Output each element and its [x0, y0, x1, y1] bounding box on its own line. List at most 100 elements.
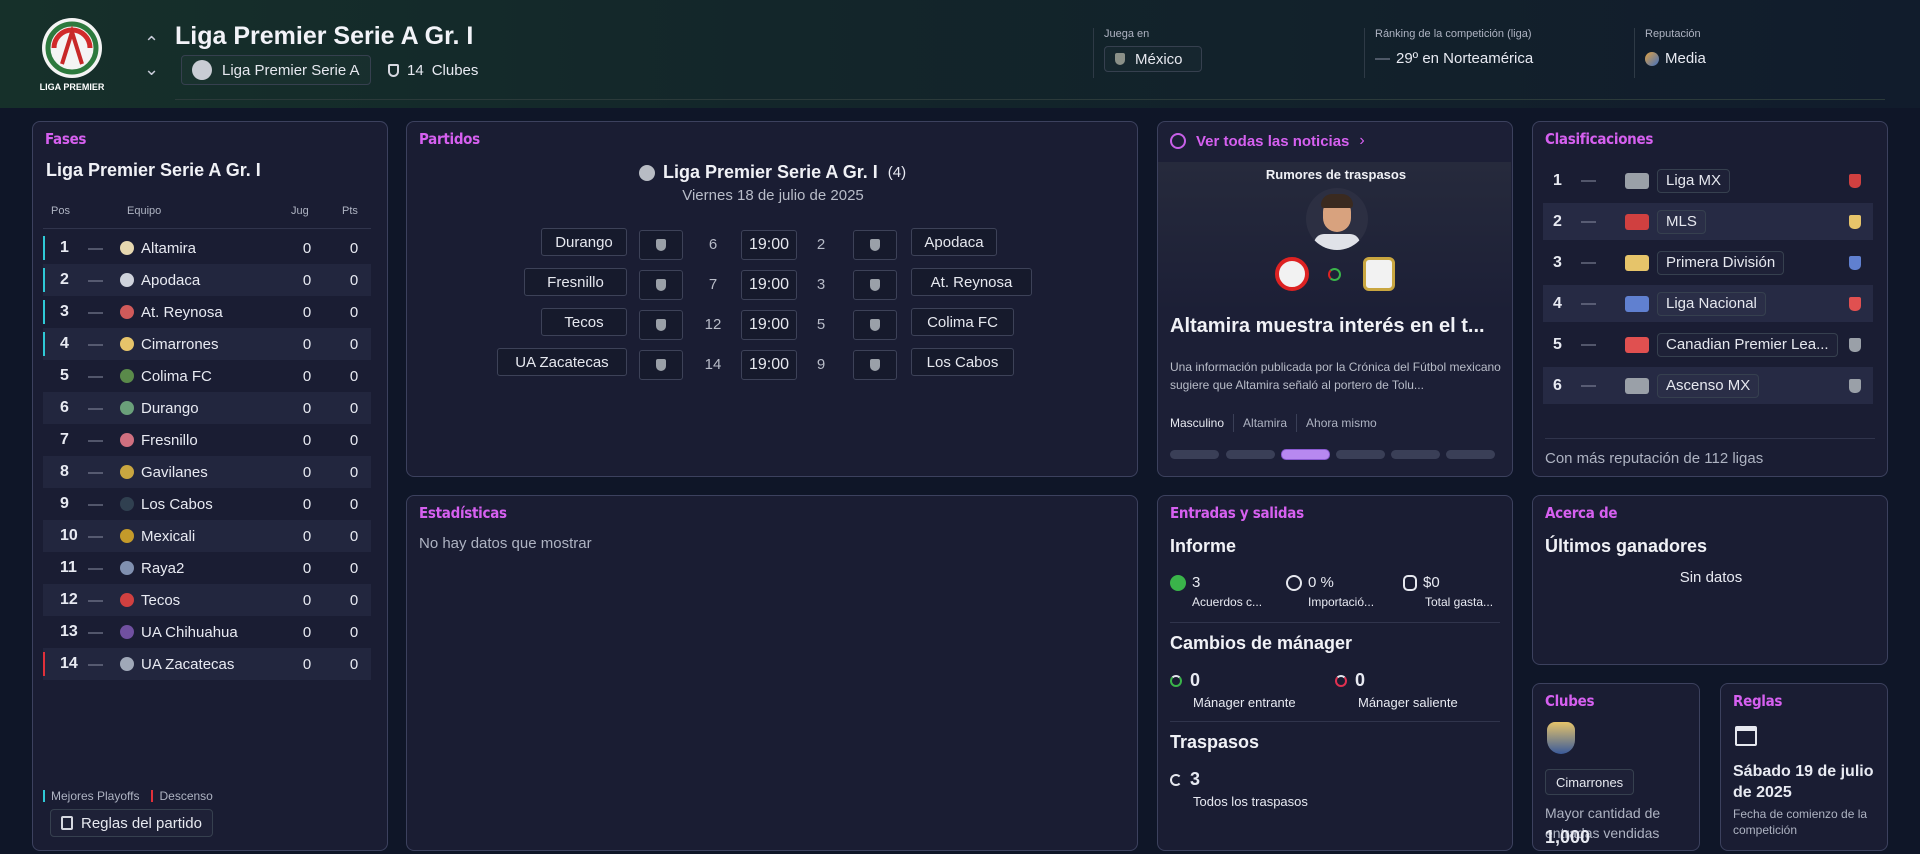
ranking-row[interactable]: 6 — Ascenso MX [1543, 367, 1873, 404]
start-date-label: Fecha de comienzo de la competición [1733, 807, 1868, 837]
team-name[interactable]: Los Cabos [141, 496, 213, 513]
match-row[interactable]: Fresnillo 7 19:00 3 At. Reynosa [407, 268, 1139, 300]
team-name[interactable]: Fresnillo [141, 432, 198, 449]
away-team[interactable]: Colima FC [911, 308, 1014, 336]
table-row[interactable]: 7 — Fresnillo 0 0 [43, 424, 371, 456]
table-row[interactable]: 9 — Los Cabos 0 0 [43, 488, 371, 520]
club-crest-icon [120, 337, 134, 351]
rankings-footer[interactable]: Con más reputación de 112 ligas [1545, 450, 1763, 467]
away-team[interactable]: Los Cabos [911, 348, 1014, 376]
away-team[interactable]: Apodaca [911, 228, 997, 256]
league-name[interactable]: Liga Nacional [1657, 291, 1766, 316]
table-row[interactable]: 14 — UA Zacatecas 0 0 [43, 648, 371, 680]
table-row[interactable]: 2 — Apodaca 0 0 [43, 264, 371, 296]
points: 0 [349, 559, 359, 577]
away-team[interactable]: At. Reynosa [911, 268, 1032, 296]
team-name[interactable]: Colima FC [141, 368, 212, 385]
points: 0 [349, 655, 359, 673]
chevron-down-icon[interactable]: ⌄ [144, 56, 160, 82]
manager-in-stat[interactable]: 0 Mánager entrante [1170, 670, 1296, 710]
col-team[interactable]: Equipo [127, 205, 161, 217]
table-row[interactable]: 12 — Tecos 0 0 [43, 584, 371, 616]
all-news-link[interactable]: Ver todas las noticias › [1170, 132, 1365, 150]
agreements-stat[interactable]: 3 Acuerdos c... [1170, 574, 1280, 609]
trend-dash: — [88, 559, 103, 577]
table-row[interactable]: 3 — At. Reynosa 0 0 [43, 296, 371, 328]
ranking-row[interactable]: 3 — Primera División [1543, 244, 1873, 281]
col-played[interactable]: Jug [291, 205, 309, 217]
country-chip[interactable]: México [1104, 46, 1202, 72]
manager-changes-heading: Cambios de mánager [1170, 633, 1353, 653]
home-team[interactable]: Tecos [541, 308, 627, 336]
league-name[interactable]: Primera División [1657, 250, 1785, 275]
ranking-row[interactable]: 4 — Liga Nacional [1543, 285, 1873, 322]
news-headline[interactable]: Altamira muestra interés en el t... [1170, 315, 1485, 338]
table-row[interactable]: 4 — Cimarrones 0 0 [43, 328, 371, 360]
team-name[interactable]: Raya2 [141, 560, 184, 577]
match-row[interactable]: Durango 6 19:00 2 Apodaca [407, 228, 1139, 260]
ranking-row[interactable]: 1 — Liga MX [1543, 162, 1873, 199]
position: 9 [60, 495, 69, 512]
parent-league-chip[interactable]: Liga Premier Serie A [181, 55, 371, 85]
team-name[interactable]: Gavilanes [141, 464, 208, 481]
transfers-stat[interactable]: 3 Todos los traspasos [1170, 769, 1308, 809]
table-row[interactable]: 8 — Gavilanes 0 0 [43, 456, 371, 488]
played: 0 [302, 239, 312, 257]
manager-out-stat[interactable]: 0 Mánager saliente [1335, 670, 1458, 710]
league-icon [639, 164, 655, 181]
col-points[interactable]: Pts [342, 205, 358, 217]
chevron-up-icon[interactable]: ⌃ [144, 30, 160, 56]
ranking-row[interactable]: 5 — Canadian Premier Lea... [1543, 326, 1873, 363]
table-row[interactable]: 5 — Colima FC 0 0 [43, 360, 371, 392]
league-name[interactable]: MLS [1657, 209, 1706, 234]
table-row[interactable]: 1 — Altamira 0 0 [43, 232, 371, 264]
coins-icon [1403, 574, 1417, 591]
empty-message: No hay datos que mostrar [419, 535, 592, 552]
league-name[interactable]: Canadian Premier Lea... [1657, 332, 1838, 357]
team-name[interactable]: Durango [141, 400, 199, 417]
played: 0 [302, 431, 312, 449]
match-row[interactable]: UA Zacatecas 14 19:00 9 Los Cabos [407, 348, 1139, 380]
trend-dash: — [88, 399, 103, 417]
position: 13 [60, 623, 78, 640]
kickoff-time[interactable]: 19:00 [741, 270, 797, 300]
league-logo-icon [1625, 295, 1649, 312]
club-chip[interactable]: Cimarrones [1545, 769, 1635, 795]
team-name[interactable]: UA Chihuahua [141, 624, 238, 641]
match-rules-button[interactable]: Reglas del partido [50, 809, 213, 837]
team-name[interactable]: UA Zacatecas [141, 656, 234, 673]
league-switcher[interactable]: ⌃ ⌄ [144, 30, 160, 82]
table-row[interactable]: 6 — Durango 0 0 [43, 392, 371, 424]
to-club-icon [1363, 257, 1395, 291]
home-team[interactable]: Durango [541, 228, 627, 256]
team-name[interactable]: Altamira [141, 240, 196, 257]
league-name[interactable]: Ascenso MX [1657, 373, 1760, 398]
team-name[interactable]: Cimarrones [141, 336, 219, 353]
kickoff-time[interactable]: 19:00 [741, 230, 797, 260]
country-flag-icon [1849, 296, 1861, 311]
played: 0 [302, 463, 312, 481]
team-name[interactable]: Tecos [141, 592, 180, 609]
ranking-row[interactable]: 2 — MLS [1543, 203, 1873, 240]
club-crest-icon [120, 305, 134, 319]
home-team[interactable]: Fresnillo [524, 268, 627, 296]
match-row[interactable]: Tecos 12 19:00 5 Colima FC [407, 308, 1139, 340]
trend-dash: — [88, 431, 103, 449]
table-row[interactable]: 10 — Mexicali 0 0 [43, 520, 371, 552]
team-name[interactable]: At. Reynosa [141, 304, 223, 321]
home-team[interactable]: UA Zacatecas [497, 348, 627, 376]
club-crest-icon [120, 273, 134, 287]
table-row[interactable]: 13 — UA Chihuahua 0 0 [43, 616, 371, 648]
team-name[interactable]: Apodaca [141, 272, 200, 289]
informe-heading: Informe [1170, 536, 1237, 556]
import-stat[interactable]: 0 % Importació... [1286, 574, 1396, 609]
shield-icon [388, 64, 399, 77]
points: 0 [349, 527, 359, 545]
league-name[interactable]: Liga MX [1657, 168, 1731, 193]
table-row[interactable]: 11 — Raya2 0 0 [43, 552, 371, 584]
team-name[interactable]: Mexicali [141, 528, 195, 545]
spending-stat[interactable]: $0 Total gasta... [1403, 574, 1513, 609]
col-pos[interactable]: Pos [51, 205, 70, 217]
kickoff-time[interactable]: 19:00 [741, 350, 797, 380]
kickoff-time[interactable]: 19:00 [741, 310, 797, 340]
